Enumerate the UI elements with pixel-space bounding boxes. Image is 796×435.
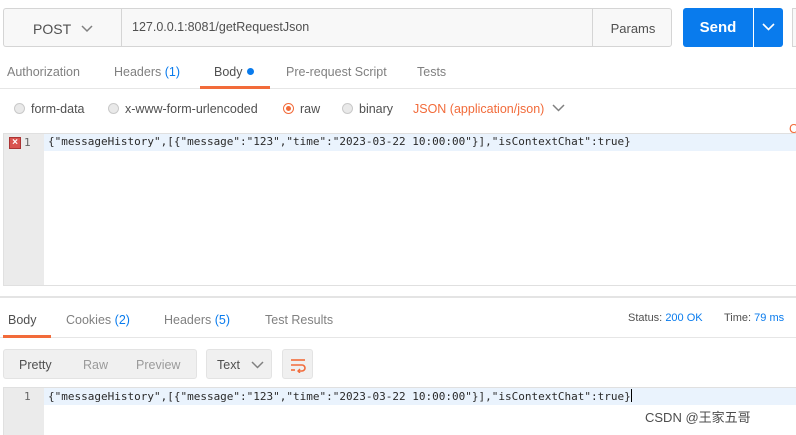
format-select[interactable]: Text <box>206 349 272 379</box>
code-line[interactable]: {"messageHistory",[{"message":"123","tim… <box>48 389 632 403</box>
view-mode-toggle: Pretty Raw Preview <box>3 349 197 379</box>
status-label: Status: <box>628 312 663 324</box>
radio-raw[interactable] <box>283 103 294 114</box>
send-button[interactable]: Send <box>683 8 753 47</box>
error-icon[interactable]: × <box>9 137 21 149</box>
cookies-count: (2) <box>114 313 130 327</box>
text-cursor <box>630 389 632 402</box>
chevron-down-icon <box>81 25 93 33</box>
radio-binary[interactable] <box>342 103 353 114</box>
response-view-controls: Pretty Raw Preview Text <box>0 347 796 381</box>
watermark: CSDN @王家五哥 <box>645 410 751 425</box>
tab-body[interactable]: Body <box>214 65 254 79</box>
tab-authorization[interactable]: Authorization <box>7 65 80 79</box>
request-body-editor[interactable]: × 1 {"messageHistory",[{"message":"123",… <box>3 133 796 286</box>
save-button-edge[interactable] <box>792 8 796 47</box>
line-number: 1 <box>24 136 31 149</box>
view-raw-button[interactable]: Raw <box>83 358 108 372</box>
tab-body-label: Body <box>214 65 243 79</box>
chevron-down-icon <box>251 361 264 369</box>
code-text: {"messageHistory",[{"message":"123","tim… <box>48 390 631 403</box>
format-label: Text <box>217 358 240 372</box>
radio-form-data[interactable] <box>14 103 25 114</box>
url-text: 127.0.0.1:8081/getRequestJson <box>132 20 310 34</box>
wrap-lines-button[interactable] <box>282 349 313 379</box>
tab-response-headers-label: Headers <box>164 313 212 327</box>
radio-urlencoded[interactable] <box>108 103 119 114</box>
request-bar: POST 127.0.0.1:8081/getRequestJson Param… <box>0 0 796 56</box>
view-pretty-button[interactable]: Pretty <box>19 358 52 372</box>
wrap-lines-icon <box>291 359 306 373</box>
send-options-button[interactable] <box>754 8 783 47</box>
raw-label[interactable]: raw <box>300 102 320 116</box>
tab-cookies-label: Cookies <box>66 313 112 327</box>
send-label: Send <box>699 19 737 36</box>
method-label: POST <box>33 21 72 37</box>
tab-test-results[interactable]: Test Results <box>265 313 333 327</box>
line-number: 1 <box>24 390 31 403</box>
time-value: 79 ms <box>754 312 785 324</box>
form-data-label[interactable]: form-data <box>31 102 85 116</box>
binary-label[interactable]: binary <box>359 102 393 116</box>
url-input[interactable]: 127.0.0.1:8081/getRequestJson <box>121 8 593 47</box>
tab-headers-label: Headers <box>114 65 162 79</box>
active-response-tab-indicator <box>3 335 51 338</box>
tab-cookies[interactable]: Cookies (2) <box>66 313 130 327</box>
body-type-options: form-data x-www-form-urlencoded raw bina… <box>0 90 796 128</box>
params-button[interactable]: Params <box>592 8 672 47</box>
code-line[interactable]: {"messageHistory",[{"message":"123","tim… <box>48 135 631 148</box>
response-tabs: Body Cookies (2) Headers (5) Test Result… <box>0 298 796 338</box>
tab-tests[interactable]: Tests <box>417 65 446 79</box>
status-readout: Status: 200 OK <box>628 312 703 324</box>
body-modified-dot <box>246 68 254 75</box>
chevron-down-icon[interactable] <box>552 103 565 113</box>
urlencoded-label[interactable]: x-www-form-urlencoded <box>125 102 258 116</box>
request-tabs: Authorization Headers (1) Body Pre-reque… <box>0 56 796 136</box>
chevron-down-icon <box>762 23 775 31</box>
status-value: 200 OK <box>665 312 703 324</box>
response-headers-count: (5) <box>214 313 231 327</box>
content-type-select[interactable]: JSON (application/json) <box>413 102 544 116</box>
time-label: Time: <box>724 312 752 324</box>
headers-count: (1) <box>164 65 181 79</box>
editor-gutter <box>4 134 44 285</box>
view-preview-button[interactable]: Preview <box>136 358 180 372</box>
tab-headers[interactable]: Headers (1) <box>114 65 180 79</box>
time-readout: Time: 79 ms <box>724 312 784 324</box>
active-tab-indicator <box>200 86 270 89</box>
method-select[interactable]: POST <box>3 8 121 47</box>
tab-response-headers[interactable]: Headers (5) <box>164 313 230 327</box>
params-label: Params <box>610 21 656 36</box>
tab-response-body[interactable]: Body <box>8 313 37 327</box>
tab-prerequest-script[interactable]: Pre-request Script <box>286 65 387 79</box>
